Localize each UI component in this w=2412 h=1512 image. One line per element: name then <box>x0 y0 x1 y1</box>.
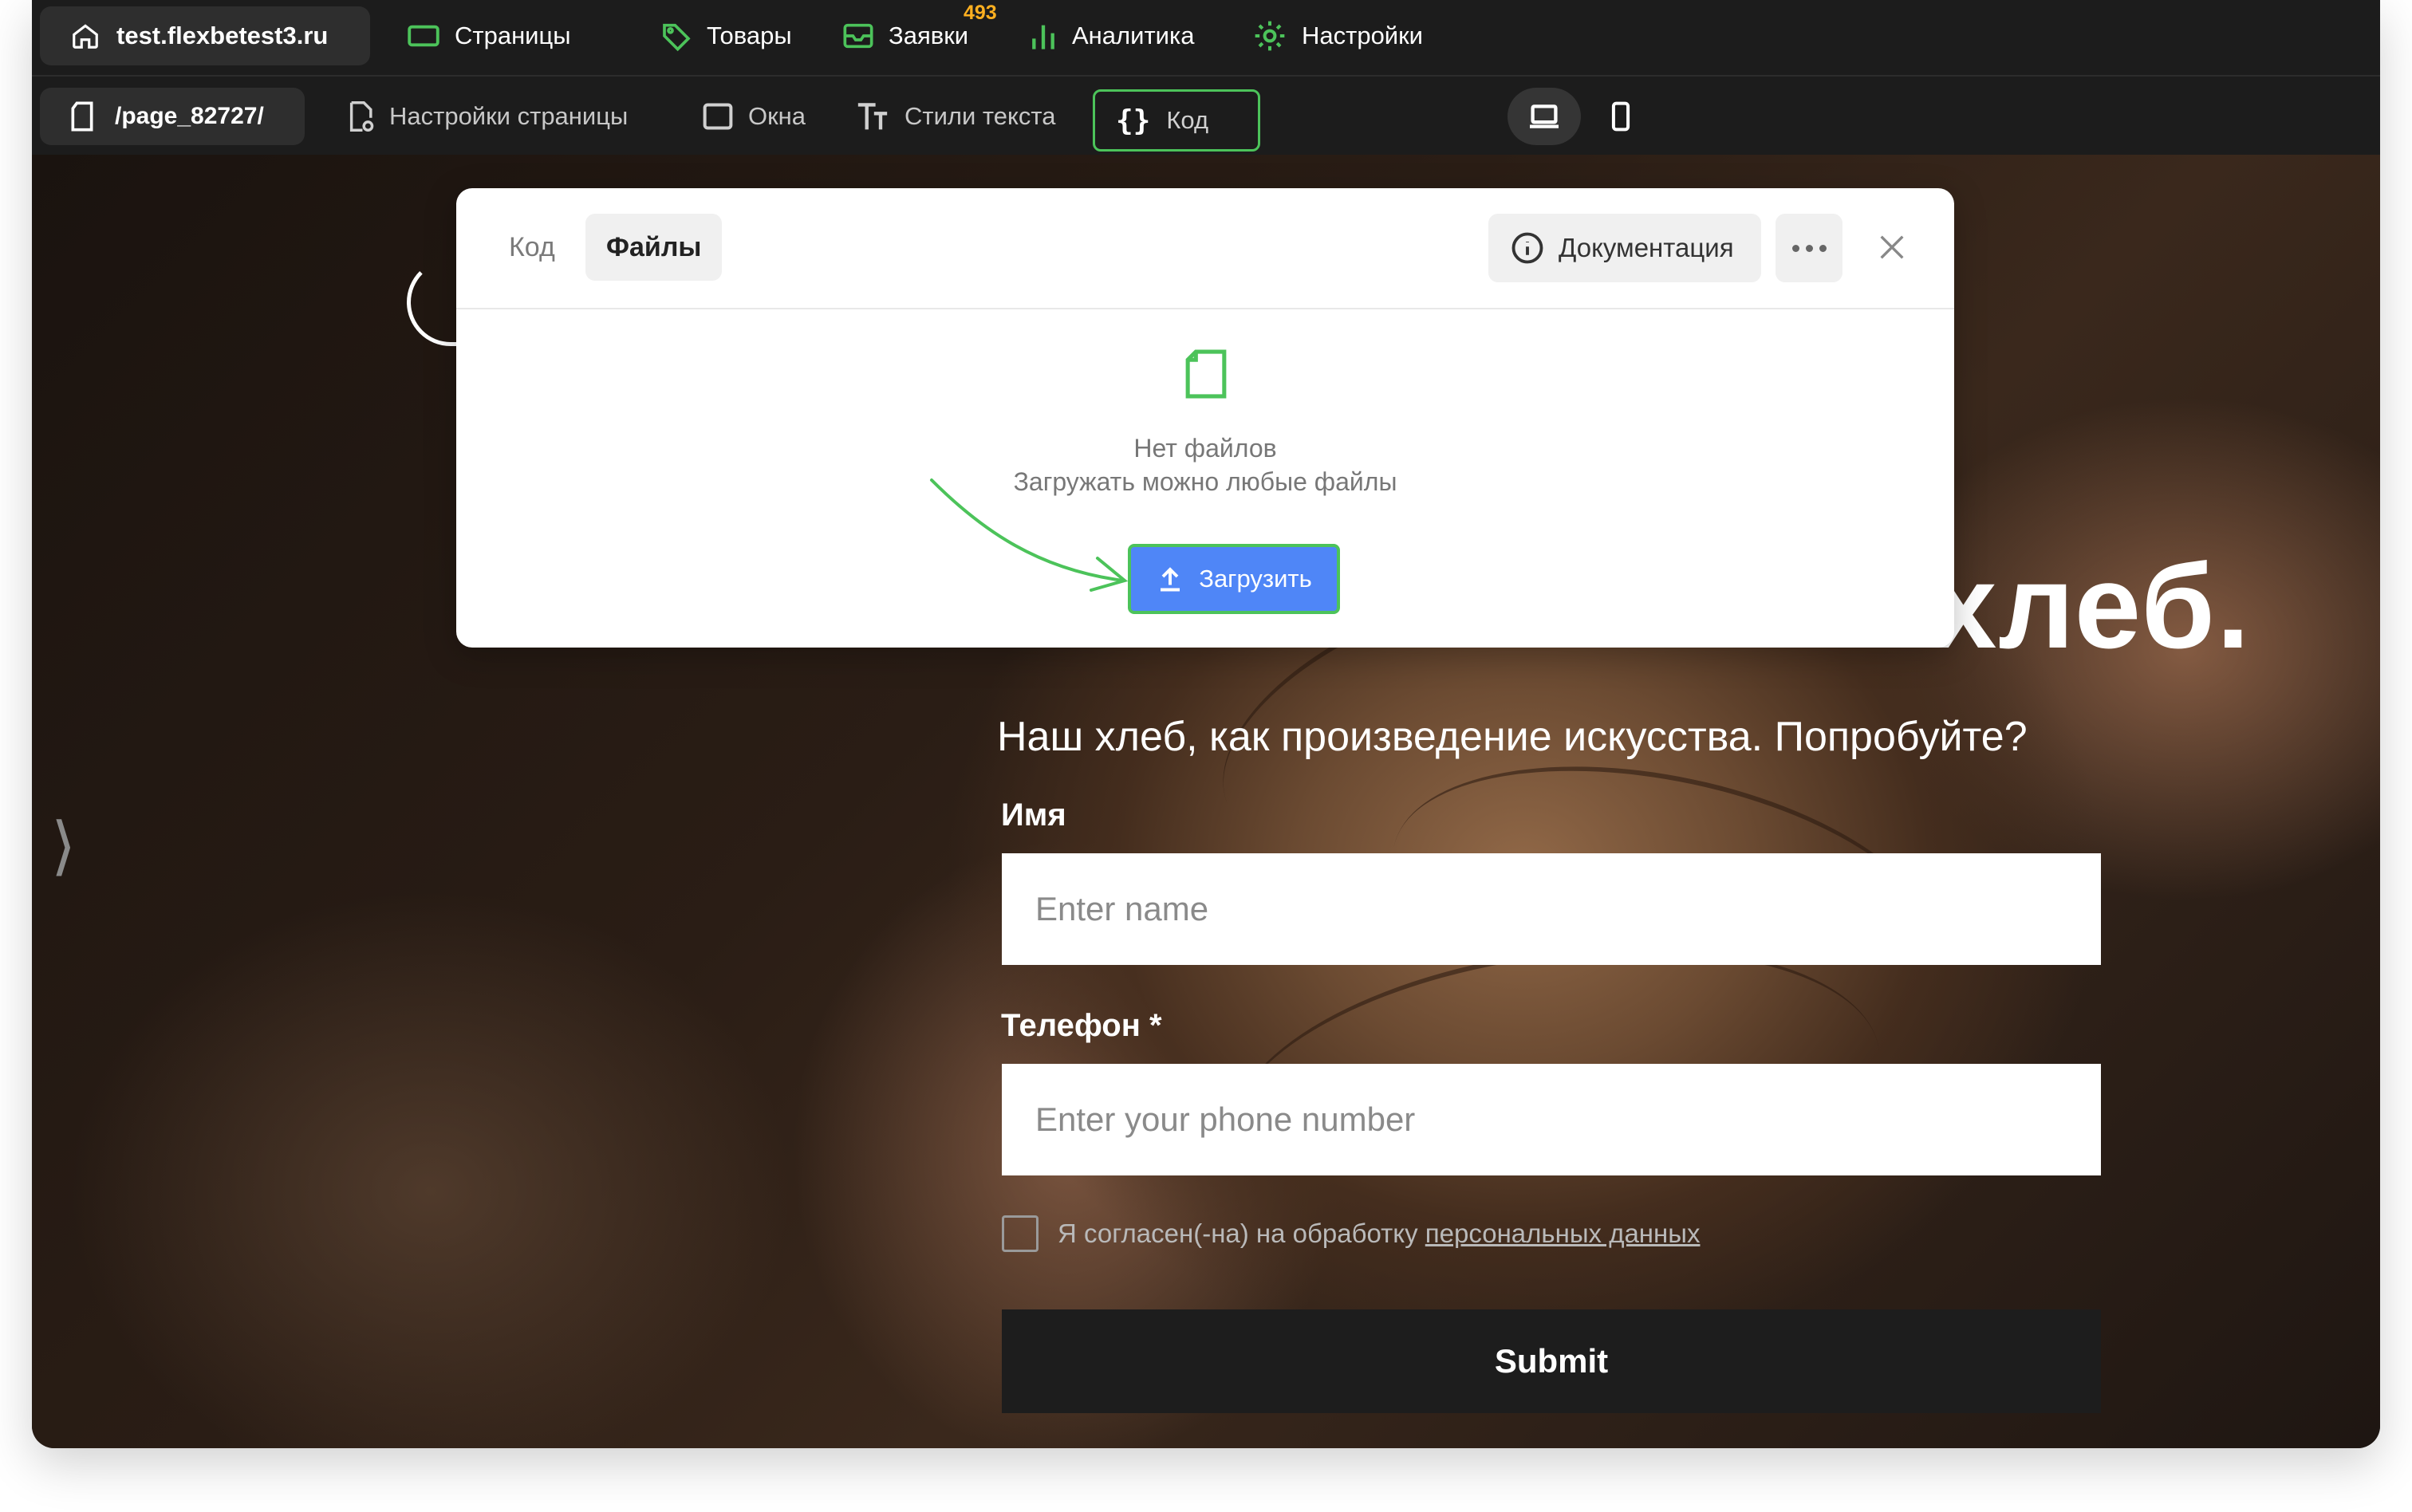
documentation-button[interactable]: Документация <box>1488 214 1761 282</box>
page-settings-button[interactable]: Настройки страницы <box>345 88 628 145</box>
page-settings-icon <box>349 101 374 132</box>
documentation-label: Документация <box>1559 233 1734 262</box>
privacy-link[interactable]: персональных данных <box>1425 1219 1701 1248</box>
text-styles-label: Стили текста <box>905 102 1056 130</box>
inbox-icon <box>843 23 873 49</box>
editor-window: test.flexbetest3.ru Страницы Товары Заяв… <box>32 0 2380 1448</box>
consent-checkbox[interactable] <box>1002 1215 1038 1252</box>
text-style-icon <box>857 103 888 130</box>
upload-button[interactable]: Загрузить <box>1128 544 1340 614</box>
code-label: Код <box>1166 106 1209 134</box>
site-name: test.flexbetest3.ru <box>116 22 329 49</box>
name-input[interactable] <box>1035 890 2101 928</box>
upload-label: Загрузить <box>1199 565 1312 593</box>
consent-text-wrap: Я согласен(-на) на обработку персональны… <box>1058 1219 1700 1249</box>
close-icon <box>1880 235 1904 259</box>
more-options-button[interactable] <box>1776 214 1843 282</box>
nav-pages-label: Страницы <box>455 22 571 49</box>
page-toolbar: /page_82727/ Настройки страницы Окна Сти… <box>32 77 2380 155</box>
consent-row: Я согласен(-на) на обработку персональны… <box>1002 1215 1700 1252</box>
phone-input[interactable] <box>1035 1101 2101 1139</box>
name-field[interactable] <box>1002 853 2101 965</box>
close-modal-button[interactable] <box>1868 223 1916 271</box>
mobile-view-button[interactable] <box>1584 88 1657 145</box>
tab-files[interactable]: Файлы <box>585 214 723 281</box>
nav-analytics[interactable]: Аналитика <box>1029 6 1194 65</box>
tab-code[interactable]: Код <box>488 214 576 281</box>
laptop-icon <box>1530 104 1559 128</box>
requests-count-badge: 493 <box>964 2 997 24</box>
hero-subtitle: Наш хлеб, как произведение искусства. По… <box>997 714 2028 760</box>
windows-label: Окна <box>748 102 806 130</box>
hero-title: хлеб. <box>1930 539 2252 673</box>
page-path-selector[interactable]: /page_82727/ <box>40 88 305 145</box>
tag-icon <box>663 23 691 52</box>
phone-label: Телефон * <box>1001 1008 1162 1043</box>
submit-button[interactable]: Submit <box>1002 1309 2101 1413</box>
nav-settings[interactable]: Настройки <box>1252 6 1423 65</box>
mobile-icon <box>1611 101 1630 132</box>
name-label: Имя <box>1001 797 1066 833</box>
page-settings-label: Настройки страницы <box>389 102 629 130</box>
text-styles-button[interactable]: Стили текста <box>855 88 1056 145</box>
nav-pages[interactable]: Страницы <box>407 6 571 65</box>
pages-icon <box>408 25 439 47</box>
panel-expand-handle[interactable]: ⟩ <box>51 809 76 883</box>
page-path: /page_82727/ <box>115 103 264 129</box>
empty-file-icon <box>1185 349 1227 399</box>
desktop-view-button[interactable] <box>1508 88 1581 145</box>
home-icon <box>73 24 98 49</box>
info-icon <box>1511 232 1543 264</box>
pointer-arrow-icon <box>930 478 1129 592</box>
nav-analytics-label: Аналитика <box>1072 22 1195 49</box>
top-navigation-bar: test.flexbetest3.ru Страницы Товары Заяв… <box>32 0 2380 77</box>
site-selector[interactable]: test.flexbetest3.ru <box>40 6 370 65</box>
chart-icon <box>1032 25 1054 49</box>
consent-text: Я согласен(-на) на обработку <box>1058 1219 1425 1248</box>
braces-icon: {} <box>1116 104 1151 137</box>
empty-state-title: Нет файлов <box>1133 434 1277 463</box>
phone-field[interactable] <box>1002 1064 2101 1175</box>
windows-button[interactable]: Окна <box>702 88 806 145</box>
window-icon <box>703 103 733 130</box>
nav-products-label: Товары <box>707 22 792 49</box>
empty-state-subtitle: Загружать можно любые файлы <box>1013 467 1397 496</box>
upload-icon <box>1161 567 1180 592</box>
nav-settings-label: Настройки <box>1302 22 1424 49</box>
modal-header: Код Файлы Документация <box>456 188 1954 309</box>
page-file-icon <box>71 101 93 132</box>
nav-products[interactable]: Товары <box>660 6 792 65</box>
nav-requests[interactable]: Заявки <box>842 6 968 65</box>
nav-requests-label: Заявки <box>889 22 969 49</box>
code-button[interactable]: {} Код <box>1093 89 1260 152</box>
page-preview-canvas: ⟩ хлеб. Наш хлеб, как произведение искус… <box>32 155 2380 1448</box>
gear-icon <box>1255 21 1285 51</box>
code-files-modal: Код Файлы Документация Нет файлов Загруж… <box>456 188 1954 648</box>
